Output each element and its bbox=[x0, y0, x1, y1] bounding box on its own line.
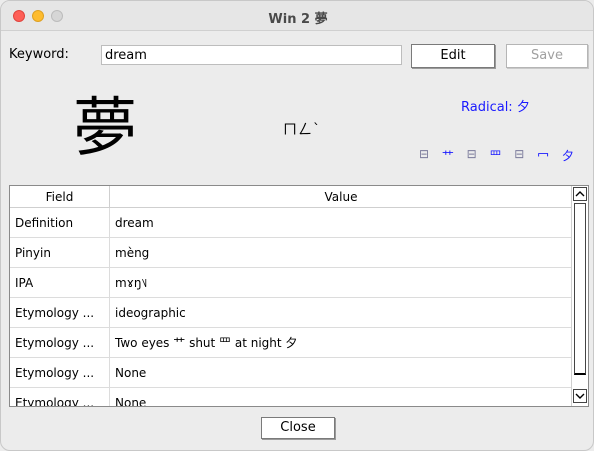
window-title: Win 2 夢 bbox=[268, 12, 328, 27]
component-missing-icon: ⊟ bbox=[466, 147, 477, 161]
value-cell: mɤŋ˥˩ bbox=[115, 276, 148, 290]
table-header: Field Value bbox=[10, 186, 572, 208]
character-window: Win 2 夢 Keyword: Edit Save 夢 ㄇㄥˋ Radical… bbox=[0, 0, 594, 451]
close-button[interactable]: Close bbox=[261, 417, 335, 439]
component-list: ⊟ 艹 ⊟ 罒 ⊟ 冖 夕 bbox=[419, 147, 574, 164]
edit-button[interactable]: Edit bbox=[411, 44, 495, 68]
component-link[interactable]: 罒 bbox=[489, 147, 501, 164]
field-cell: Etymology ... bbox=[10, 358, 110, 388]
value-cell: None bbox=[115, 396, 147, 407]
column-header-value[interactable]: Value bbox=[110, 186, 572, 208]
radical-link[interactable]: Radical: 夕 bbox=[461, 96, 530, 115]
table-row[interactable]: IPA mɤŋ˥˩ bbox=[10, 268, 572, 298]
scroll-up-arrow-icon[interactable] bbox=[573, 187, 587, 201]
component-missing-icon: ⊟ bbox=[419, 147, 430, 161]
component-link[interactable]: 冖 bbox=[537, 147, 549, 164]
value-cell: None bbox=[115, 366, 147, 380]
info-table: Field Value Definition dream Pinyin mèng… bbox=[9, 185, 589, 407]
value-cell: mèng bbox=[115, 246, 150, 260]
component-link[interactable]: 艹 bbox=[442, 147, 454, 164]
vertical-scrollbar[interactable] bbox=[571, 186, 588, 406]
scroll-thumb[interactable] bbox=[574, 203, 586, 375]
value-cell: ideographic bbox=[115, 306, 186, 320]
save-button[interactable]: Save bbox=[506, 44, 588, 68]
column-header-field[interactable]: Field bbox=[10, 186, 110, 208]
scroll-down-arrow-icon[interactable] bbox=[573, 389, 587, 403]
title-bar[interactable]: Win 2 夢 bbox=[1, 1, 593, 31]
value-cell: Two eyes 艹 shut 罒 at night 夕 bbox=[115, 336, 298, 350]
field-cell: Etymology ... bbox=[10, 298, 110, 328]
field-cell: Etymology ... bbox=[10, 328, 110, 358]
table-body: Definition dream Pinyin mèng IPA mɤŋ˥˩ E… bbox=[10, 208, 572, 407]
table-row[interactable]: Pinyin mèng bbox=[10, 238, 572, 268]
field-cell: Definition bbox=[10, 208, 110, 238]
keyword-label: Keyword: bbox=[9, 47, 69, 62]
table-row[interactable]: Etymology ... Two eyes 艹 shut 罒 at night… bbox=[10, 328, 572, 358]
value-cell: dream bbox=[115, 216, 154, 230]
table-row[interactable]: Etymology ... None bbox=[10, 358, 572, 388]
zhuyin-text: ㄇㄥˋ bbox=[283, 122, 321, 138]
component-missing-icon: ⊟ bbox=[514, 147, 525, 161]
table-row[interactable]: Etymology ... None bbox=[10, 388, 572, 407]
keyword-input[interactable] bbox=[101, 45, 402, 65]
field-cell: Pinyin bbox=[10, 238, 110, 268]
table-row[interactable]: Etymology ... ideographic bbox=[10, 298, 572, 328]
field-cell: IPA bbox=[10, 268, 110, 298]
table-row[interactable]: Definition dream bbox=[10, 208, 572, 238]
field-cell: Etymology ... bbox=[10, 388, 110, 406]
component-link[interactable]: 夕 bbox=[562, 147, 574, 164]
character-glyph: 夢 bbox=[73, 92, 137, 166]
